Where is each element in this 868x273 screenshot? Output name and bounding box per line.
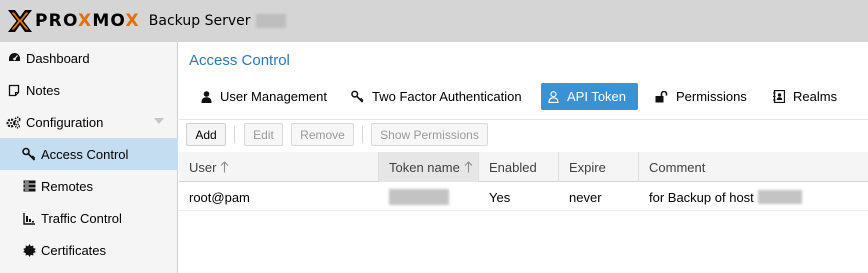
- sidebar-item-dashboard[interactable]: Dashboard: [0, 42, 178, 74]
- sidebar-item-certificates[interactable]: Certificates: [0, 234, 178, 266]
- tab-permissions[interactable]: Permissions: [648, 83, 754, 110]
- tab-api-token[interactable]: API Token: [541, 83, 638, 110]
- key-icon: [22, 147, 36, 161]
- cell-expire: never: [569, 189, 602, 205]
- sidebar-item-access-control[interactable]: Access Control: [0, 138, 178, 170]
- version-redacted: [256, 14, 287, 28]
- sidebar-item-configuration[interactable]: Configuration: [0, 106, 178, 138]
- redacted-token-name: [389, 189, 449, 205]
- tab-label: Permissions: [676, 89, 747, 104]
- page-title: Access Control: [189, 52, 290, 69]
- signal-icon: [22, 211, 36, 225]
- key-icon: [351, 90, 364, 103]
- tab-two-factor-authentication[interactable]: Two Factor Authentication: [344, 83, 529, 110]
- sort-asc-icon: [464, 161, 473, 173]
- remove-button[interactable]: Remove: [291, 123, 354, 146]
- toolbar-separator: [362, 126, 363, 143]
- column-header-enabled[interactable]: Enabled: [479, 152, 559, 182]
- redacted-hostname: [757, 190, 802, 204]
- proxmox-x-icon: [8, 10, 32, 32]
- cell-user: root@pam: [189, 189, 250, 205]
- edit-button[interactable]: Edit: [244, 123, 283, 146]
- cell-enabled: Yes: [489, 189, 511, 205]
- main-panel: Access Control User Management Two Facto…: [179, 42, 868, 273]
- comment-text: for Backup of host: [649, 189, 754, 205]
- server-icon: [22, 179, 36, 193]
- sidebar-item-traffic-control[interactable]: Traffic Control: [0, 202, 178, 234]
- cell-token-name: [379, 183, 479, 211]
- sidebar-item-label: Traffic Control: [41, 210, 122, 226]
- user-outline-icon: [548, 90, 559, 103]
- unlock-icon: [655, 90, 668, 103]
- gears-icon: [6, 115, 21, 129]
- cell-comment: for Backup of host: [639, 183, 868, 211]
- sidebar-item-remotes[interactable]: Remotes: [0, 170, 178, 202]
- column-header-comment[interactable]: Comment: [639, 152, 868, 182]
- proxmox-logo[interactable]: PROXMOX: [7, 0, 140, 42]
- tab-label: Realms: [793, 89, 838, 104]
- tab-realms[interactable]: Realms: [766, 83, 844, 110]
- note-icon: [7, 83, 21, 97]
- sidebar-item-label: Remotes: [41, 178, 94, 194]
- sidebar-item-label: Access Control: [41, 146, 129, 162]
- tab-label: User Management: [220, 89, 327, 104]
- tab-label: API Token: [567, 89, 627, 104]
- logo-wordmark: PROXMOX: [35, 11, 140, 31]
- column-header-token-name[interactable]: Token name: [379, 152, 479, 182]
- tachometer-icon: [7, 51, 21, 65]
- toolbar-separator: [234, 126, 235, 143]
- tab-user-management[interactable]: User Management: [194, 83, 334, 110]
- address-book-icon: [773, 90, 785, 103]
- sort-asc-icon: [220, 161, 229, 173]
- column-header-expire[interactable]: Expire: [559, 152, 639, 182]
- top-bar: PROXMOX Backup Server: [0, 0, 868, 42]
- grid-header: User Token name Enabled Expire Comment: [179, 152, 868, 182]
- add-button[interactable]: Add: [186, 123, 226, 146]
- sidebar-item-label: Configuration: [26, 114, 104, 130]
- table-row[interactable]: root@pam Yes never for Backup of host: [179, 183, 868, 211]
- show-permissions-button[interactable]: Show Permissions: [371, 123, 488, 146]
- sidebar-item-label: Dashboard: [26, 50, 90, 66]
- toolbar: Add Edit Remove Show Permissions: [179, 119, 868, 152]
- tab-bar: User Management Two Factor Authenticatio…: [179, 83, 868, 110]
- chevron-down-icon[interactable]: [154, 118, 164, 124]
- user-icon: [201, 90, 212, 103]
- sidebar-item-notes[interactable]: Notes: [0, 74, 178, 106]
- sidebar-item-label: Notes: [26, 82, 60, 98]
- certificate-icon: [22, 243, 36, 257]
- sidebar-item-label: Certificates: [41, 242, 107, 258]
- column-header-user[interactable]: User: [179, 152, 379, 182]
- tab-label: Two Factor Authentication: [372, 89, 522, 104]
- sidebar: Dashboard Notes Configuration Access Con…: [0, 42, 178, 273]
- product-name: Backup Server: [148, 13, 251, 29]
